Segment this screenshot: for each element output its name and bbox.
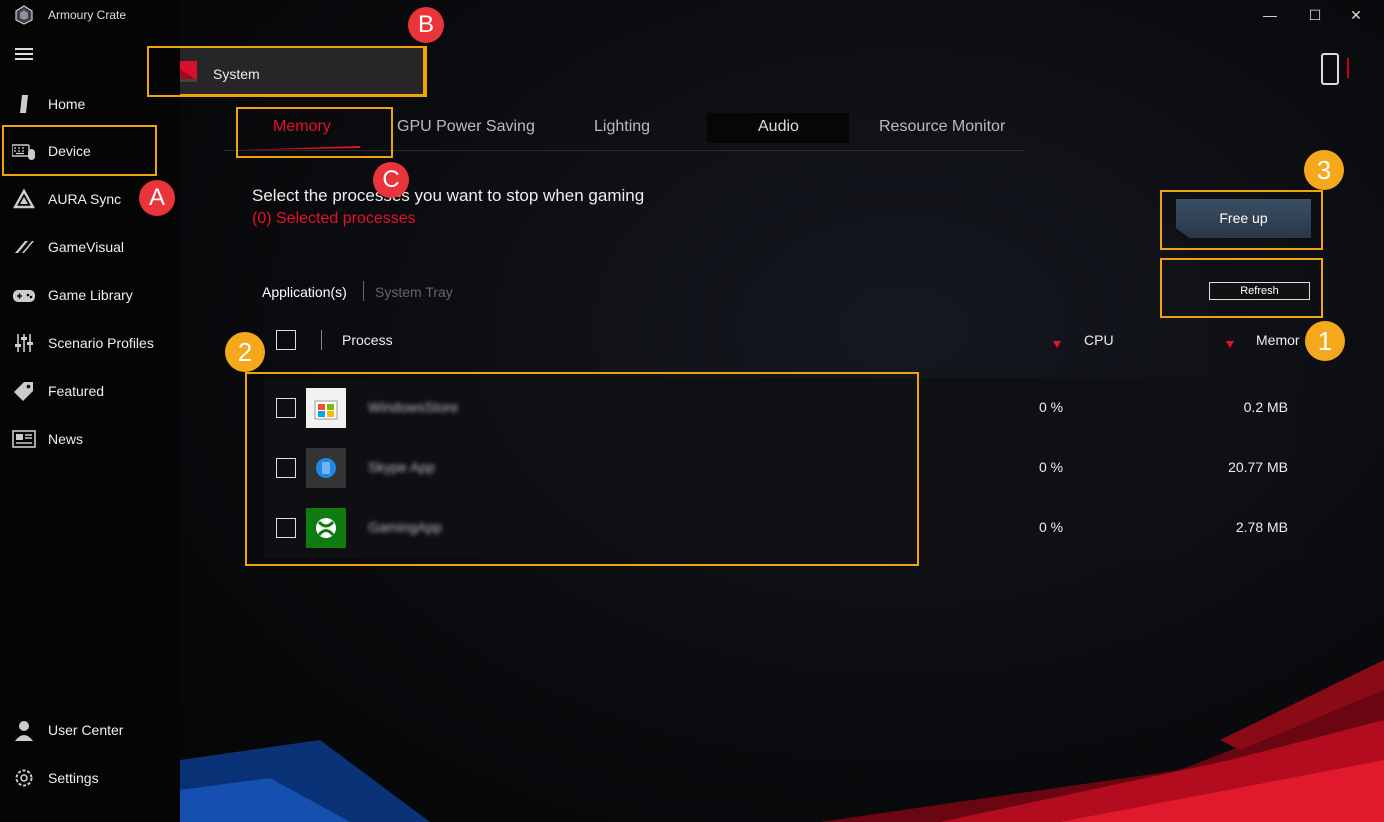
select-all-checkbox[interactable] (276, 330, 296, 350)
tab-active-underline (240, 146, 360, 150)
free-up-button[interactable]: Free up (1176, 199, 1311, 238)
sidebar-item-label: Featured (48, 383, 105, 399)
cpu-sort-arrow-icon[interactable] (1053, 341, 1061, 348)
tag-icon (14, 382, 33, 401)
sidebar-item-label: Settings (48, 770, 99, 786)
sidebar-item-label: Device (48, 143, 91, 159)
tabs-divider (224, 150, 1024, 151)
sidebar-item-label: AURA Sync (48, 191, 122, 207)
row-checkbox[interactable] (276, 518, 296, 538)
process-cpu: 0 % (1039, 459, 1064, 475)
sidebar-item-user-center[interactable]: User Center (0, 708, 180, 752)
close-button[interactable]: ✕ (1344, 4, 1368, 26)
sidebar-item-scenario-profiles[interactable]: Scenario Profiles (0, 321, 180, 365)
table-row[interactable]: GamingApp 0 % 2.78 MB (264, 498, 1298, 558)
annotation-badge-3: 3 (1304, 150, 1344, 190)
user-icon (15, 721, 33, 741)
tab-lighting[interactable]: Lighting (594, 118, 650, 136)
process-memory: 0.2 MB (1243, 399, 1288, 415)
sliders-icon (15, 334, 33, 352)
tab-audio[interactable]: Audio (758, 118, 799, 136)
sub-tab-separator (363, 281, 364, 301)
column-memory[interactable]: Memor (1256, 332, 1300, 348)
row-checkbox[interactable] (276, 398, 296, 418)
annotation-badge-a: A (139, 180, 175, 216)
annotation-badge-b: B (408, 7, 444, 43)
gear-icon (15, 769, 33, 787)
sidebar-item-featured[interactable]: Featured (0, 369, 180, 413)
hamburger-menu-icon[interactable] (15, 48, 33, 62)
tab-gpu-power-saving[interactable]: GPU Power Saving (397, 118, 535, 136)
phone-accent-line (1347, 58, 1349, 78)
app-title-bar: Armoury Crate (0, 0, 180, 30)
process-memory: 20.77 MB (1228, 459, 1288, 475)
memory-sort-arrow-icon[interactable] (1226, 341, 1234, 348)
process-name: GamingApp (368, 519, 442, 535)
minimize-button[interactable]: — (1258, 4, 1282, 26)
sidebar-item-label: Game Library (48, 287, 133, 303)
process-memory: 2.78 MB (1235, 519, 1288, 535)
device-selector[interactable]: System (180, 46, 425, 96)
device-selector-label: System (213, 66, 260, 82)
sidebar-item-label: Home (48, 96, 86, 112)
annotation-badge-1: 1 (1305, 321, 1345, 361)
sidebar-item-label: Scenario Profiles (48, 335, 154, 351)
sidebar-item-settings[interactable]: Settings (0, 756, 180, 800)
news-icon (12, 430, 36, 448)
laptop-icon (180, 61, 197, 82)
sidebar-item-label: GameVisual (48, 239, 125, 255)
sidebar-item-home[interactable]: Home (0, 82, 180, 126)
process-name: WindowsStore (368, 399, 459, 415)
xbox-icon (306, 508, 346, 548)
armoury-crate-logo-icon (15, 5, 33, 25)
sidebar-item-gamevisual[interactable]: GameVisual (0, 225, 180, 269)
sidebar-item-label: News (48, 431, 84, 447)
app-title: Armoury Crate (48, 8, 127, 22)
column-cpu[interactable]: CPU (1084, 332, 1114, 348)
maximize-button[interactable]: ☐ (1303, 4, 1327, 26)
home-icon (20, 95, 28, 113)
sidebar: Armoury Crate Home Device AURA Sync Game… (0, 0, 180, 822)
aura-icon (12, 188, 36, 209)
gamepad-icon (13, 290, 35, 302)
annotation-badge-c: C (373, 162, 409, 198)
sub-tab-applications[interactable]: Application(s) (262, 284, 347, 300)
selected-count: (0) Selected processes (252, 210, 416, 227)
tab-resource-monitor[interactable]: Resource Monitor (879, 118, 1005, 136)
header-separator (321, 330, 322, 350)
process-cpu: 0 % (1039, 399, 1064, 415)
table-row[interactable]: WindowsStore 0 % 0.2 MB (264, 378, 1298, 438)
sidebar-item-news[interactable]: News (0, 417, 180, 461)
keyboard-mouse-icon (12, 144, 35, 160)
table-row[interactable]: Skype App 0 % 20.77 MB (264, 438, 1298, 498)
refresh-button[interactable]: Refresh (1209, 282, 1310, 300)
app-blue-icon (306, 448, 346, 488)
column-process[interactable]: Process (342, 332, 393, 348)
process-name: Skype App (368, 459, 435, 475)
sidebar-item-device[interactable]: Device (0, 129, 180, 173)
instruction-text: Select the processes you want to stop wh… (252, 186, 645, 205)
row-checkbox[interactable] (276, 458, 296, 478)
annotation-badge-2: 2 (225, 332, 265, 372)
phone-icon[interactable] (1321, 53, 1339, 85)
sidebar-item-game-library[interactable]: Game Library (0, 273, 180, 317)
store-icon (306, 388, 346, 428)
process-cpu: 0 % (1039, 519, 1064, 535)
sidebar-item-label: User Center (48, 722, 124, 738)
tab-memory[interactable]: Memory (273, 118, 331, 136)
sub-tab-system-tray[interactable]: System Tray (375, 284, 453, 300)
main-content: — ☐ ✕ Memory GPU Power Saving Lighting A… (180, 0, 1384, 822)
gamevisual-icon (15, 241, 34, 253)
